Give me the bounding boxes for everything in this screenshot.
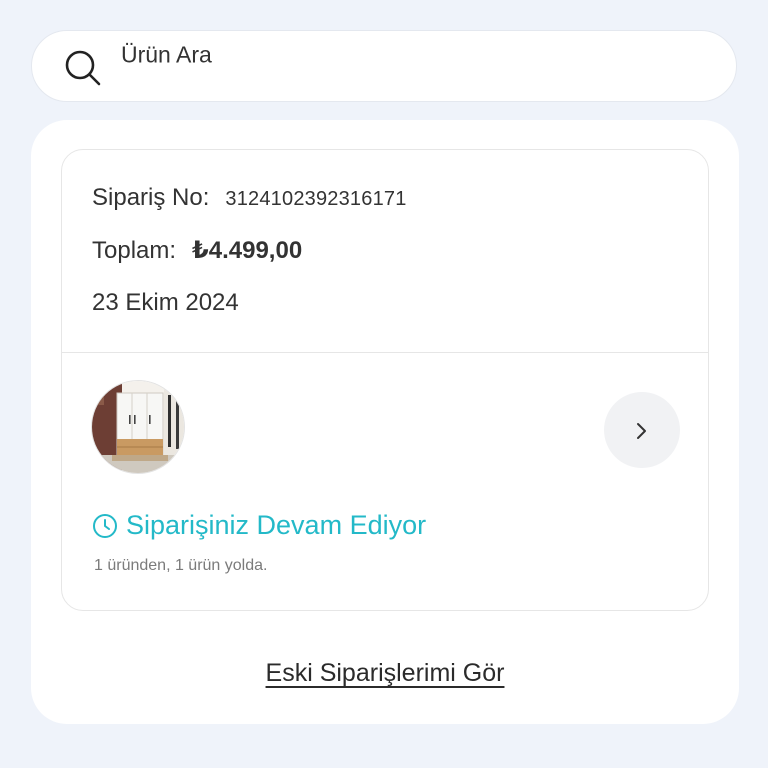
order-status-subtext: 1 üründen, 1 ürün yolda.: [94, 557, 268, 574]
old-orders-link[interactable]: Eski Siparişlerimi Gör: [31, 659, 739, 688]
order-status-text: Siparişiniz Devam Ediyor: [126, 510, 427, 540]
order-number-label: Sipariş No:: [92, 184, 210, 211]
order-number-row: Sipariş No: 3124102392316171: [92, 184, 407, 212]
order-number-value: 3124102392316171: [225, 188, 407, 210]
wardrobe-product-image[interactable]: [91, 380, 185, 474]
order-date: 23 Ekim 2024: [92, 289, 239, 316]
order-status-row: Siparişiniz Devam Ediyor: [92, 510, 426, 541]
order-card[interactable]: Sipariş No: 3124102392316171 Toplam: ₺4.…: [61, 149, 709, 611]
chevron-right-icon: [637, 423, 646, 439]
order-total-row: Toplam: ₺4.499,00: [92, 236, 302, 265]
order-total-value: ₺4.499,00: [192, 237, 303, 264]
order-date-row: 23 Ekim 2024: [92, 289, 239, 317]
search-input[interactable]: Ürün Ara: [121, 42, 212, 69]
order-detail-button[interactable]: [604, 392, 680, 468]
search-icon: [63, 48, 103, 88]
order-total-label: Toplam:: [92, 237, 177, 264]
divider: [62, 352, 708, 353]
clock-icon: [93, 513, 117, 538]
orders-panel: Sipariş No: 3124102392316171 Toplam: ₺4.…: [31, 120, 739, 724]
